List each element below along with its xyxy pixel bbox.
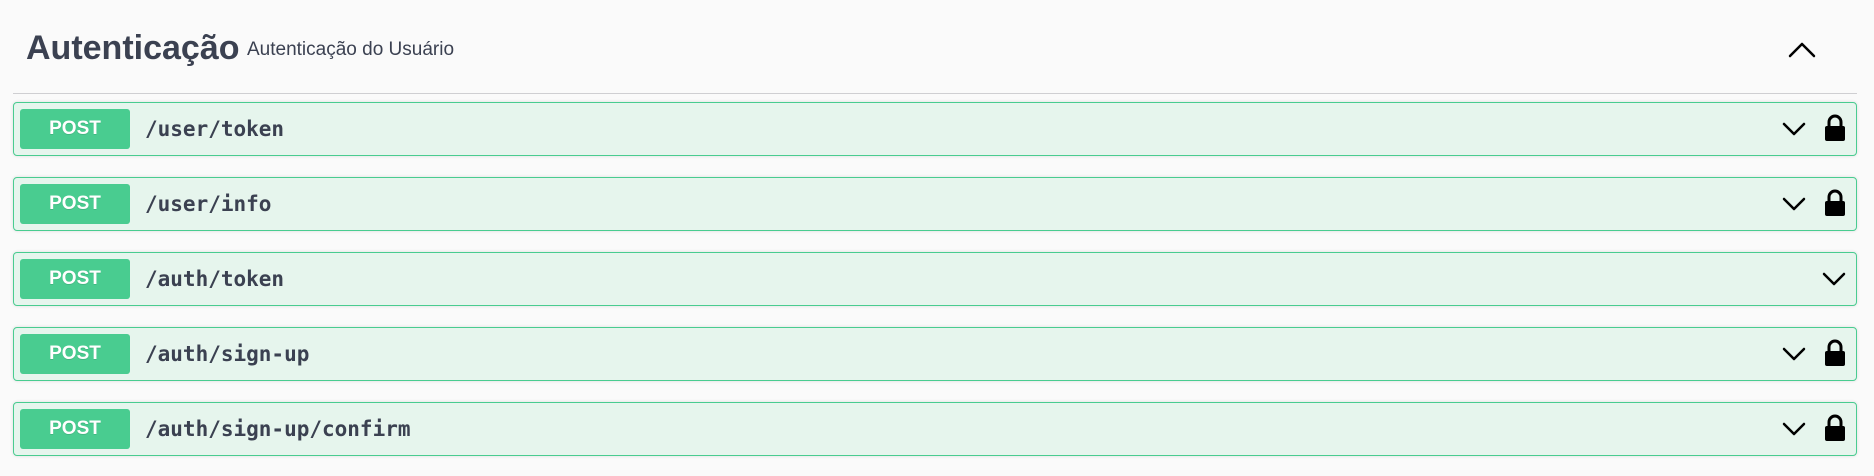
operation-post-auth-sign-up-confirm[interactable]: POST /auth/sign-up/confirm [13, 402, 1857, 456]
operation-post-user-token[interactable]: POST /user/token [13, 102, 1857, 156]
tag-section-autenticacao: Autenticação Autenticação do Usuário POS… [13, 0, 1857, 456]
chevron-down-icon[interactable] [1781, 345, 1807, 363]
method-badge: POST [20, 409, 130, 449]
tag-description: Autenticação do Usuário [247, 39, 455, 60]
method-badge: POST [20, 334, 130, 374]
chevron-down-icon[interactable] [1821, 270, 1847, 288]
lock-icon[interactable] [1824, 414, 1846, 442]
operation-path: /user/token [145, 117, 285, 141]
chevron-down-icon[interactable] [1781, 195, 1807, 213]
method-badge: POST [20, 184, 130, 224]
lock-icon[interactable] [1824, 189, 1846, 217]
operation-path: /auth/sign-up/confirm [145, 417, 411, 441]
operation-post-auth-token[interactable]: POST /auth/token [13, 252, 1857, 306]
operation-post-auth-sign-up[interactable]: POST /auth/sign-up [13, 327, 1857, 381]
lock-icon[interactable] [1824, 114, 1846, 142]
operation-path: /auth/token [145, 267, 285, 291]
operation-path: /auth/sign-up [145, 342, 310, 366]
tag-header[interactable]: Autenticação Autenticação do Usuário [13, 0, 1857, 94]
chevron-down-icon[interactable] [1781, 420, 1807, 438]
lock-icon[interactable] [1824, 339, 1846, 367]
method-badge: POST [20, 109, 130, 149]
chevron-up-icon[interactable] [1787, 38, 1817, 60]
operation-post-user-info[interactable]: POST /user/info [13, 177, 1857, 231]
operation-path: /user/info [145, 192, 272, 216]
tag-title: Autenticação [26, 29, 240, 67]
chevron-down-icon[interactable] [1781, 120, 1807, 138]
method-badge: POST [20, 259, 130, 299]
